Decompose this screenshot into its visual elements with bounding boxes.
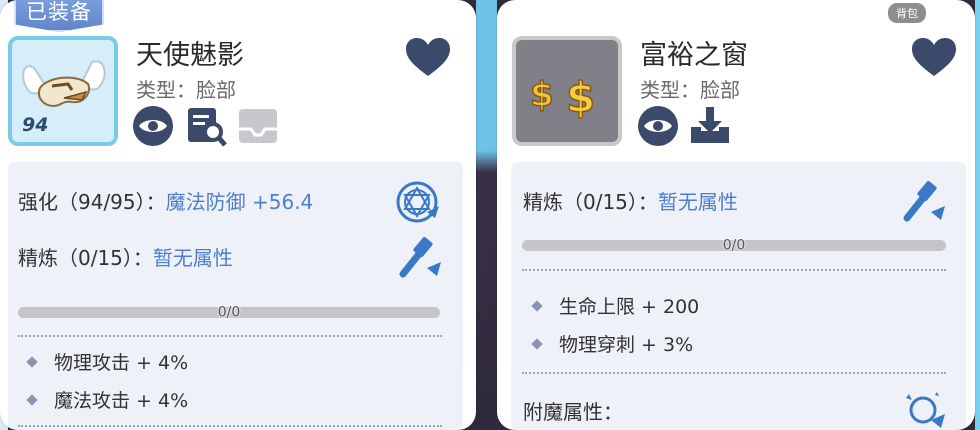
diamond-bullet-icon	[531, 299, 543, 312]
enhance-value: 魔法防御 +56.4	[165, 190, 314, 214]
diamond-bullet-icon	[26, 393, 38, 406]
item-type: 类型：脸部	[136, 78, 236, 102]
tray-icon[interactable]	[237, 105, 279, 147]
refine-label: 精炼（0/15）：	[18, 246, 153, 270]
hammer-icon[interactable]	[397, 234, 447, 280]
progress-label: 0/0	[217, 304, 241, 321]
refine-value: 暂无属性	[152, 246, 233, 270]
divider	[18, 335, 442, 337]
divider	[522, 269, 946, 271]
equipped-item-card: 已装备 94 天使魅影 类型：脸部 强化（94/95）：魔法防御 +56.4 精…	[0, 0, 476, 430]
eye-icon[interactable]	[637, 105, 679, 147]
refine-progress-bar: 0/0	[18, 304, 440, 321]
attribute-item: 物理穿刺 + 3%	[531, 330, 693, 357]
item-icon-frame[interactable]: $ $	[512, 36, 622, 146]
refine-row: 精炼（0/15）：暂无属性	[523, 186, 738, 215]
dollar-signs-icon: $ $	[529, 72, 596, 123]
eye-icon[interactable]	[132, 105, 174, 147]
enhance-emblem-icon[interactable]	[395, 178, 445, 224]
equipped-badge: 已装备	[14, 0, 104, 32]
svg-text:$: $	[530, 75, 554, 115]
item-icon-frame[interactable]: 94	[8, 36, 118, 146]
bag-item-card: 背包 $ $ 富裕之窗 类型：脸部 精炼（0/15）：暂无属性 0/0 生命上限…	[497, 0, 975, 430]
download-icon[interactable]	[689, 105, 731, 147]
enhance-label: 强化（94/95）：	[18, 190, 166, 214]
item-level: 94	[22, 114, 49, 136]
attribute-panel: 精炼（0/15）：暂无属性 0/0 生命上限 + 200 物理穿刺 + 3% 附…	[511, 162, 966, 430]
background-right	[975, 0, 980, 430]
divider	[18, 425, 442, 427]
refine-progress-bar: 0/0	[522, 237, 946, 254]
bag-tag: 背包	[888, 3, 926, 23]
heart-icon[interactable]	[405, 38, 451, 78]
refine-row: 精炼（0/15）：暂无属性	[18, 242, 233, 271]
background-scene	[476, 0, 497, 430]
inspect-icon[interactable]	[185, 105, 227, 147]
attribute-item: 物理攻击 + 4%	[26, 348, 188, 375]
diamond-bullet-icon	[26, 355, 38, 368]
enhance-row: 强化（94/95）：魔法防御 +56.4	[18, 186, 313, 215]
hammer-icon[interactable]	[901, 178, 951, 224]
divider	[522, 372, 946, 374]
attribute-item: 生命上限 + 200	[531, 292, 699, 319]
item-name: 富裕之窗	[640, 40, 748, 71]
diamond-bullet-icon	[531, 337, 543, 350]
attribute-item: 魔法攻击 + 4%	[26, 386, 188, 413]
progress-label: 0/0	[722, 237, 746, 254]
item-name: 天使魅影	[136, 40, 244, 71]
svg-text:$: $	[566, 73, 595, 122]
refine-label: 精炼（0/15）：	[523, 190, 658, 214]
refine-value: 暂无属性	[657, 190, 738, 214]
item-type: 类型：脸部	[640, 78, 740, 102]
heart-icon[interactable]	[911, 38, 957, 78]
attribute-panel: 强化（94/95）：魔法防御 +56.4 精炼（0/15）：暂无属性 0/0 物…	[8, 162, 463, 430]
enchant-icon[interactable]	[901, 386, 951, 430]
enchant-label: 附魔属性：	[523, 400, 623, 424]
